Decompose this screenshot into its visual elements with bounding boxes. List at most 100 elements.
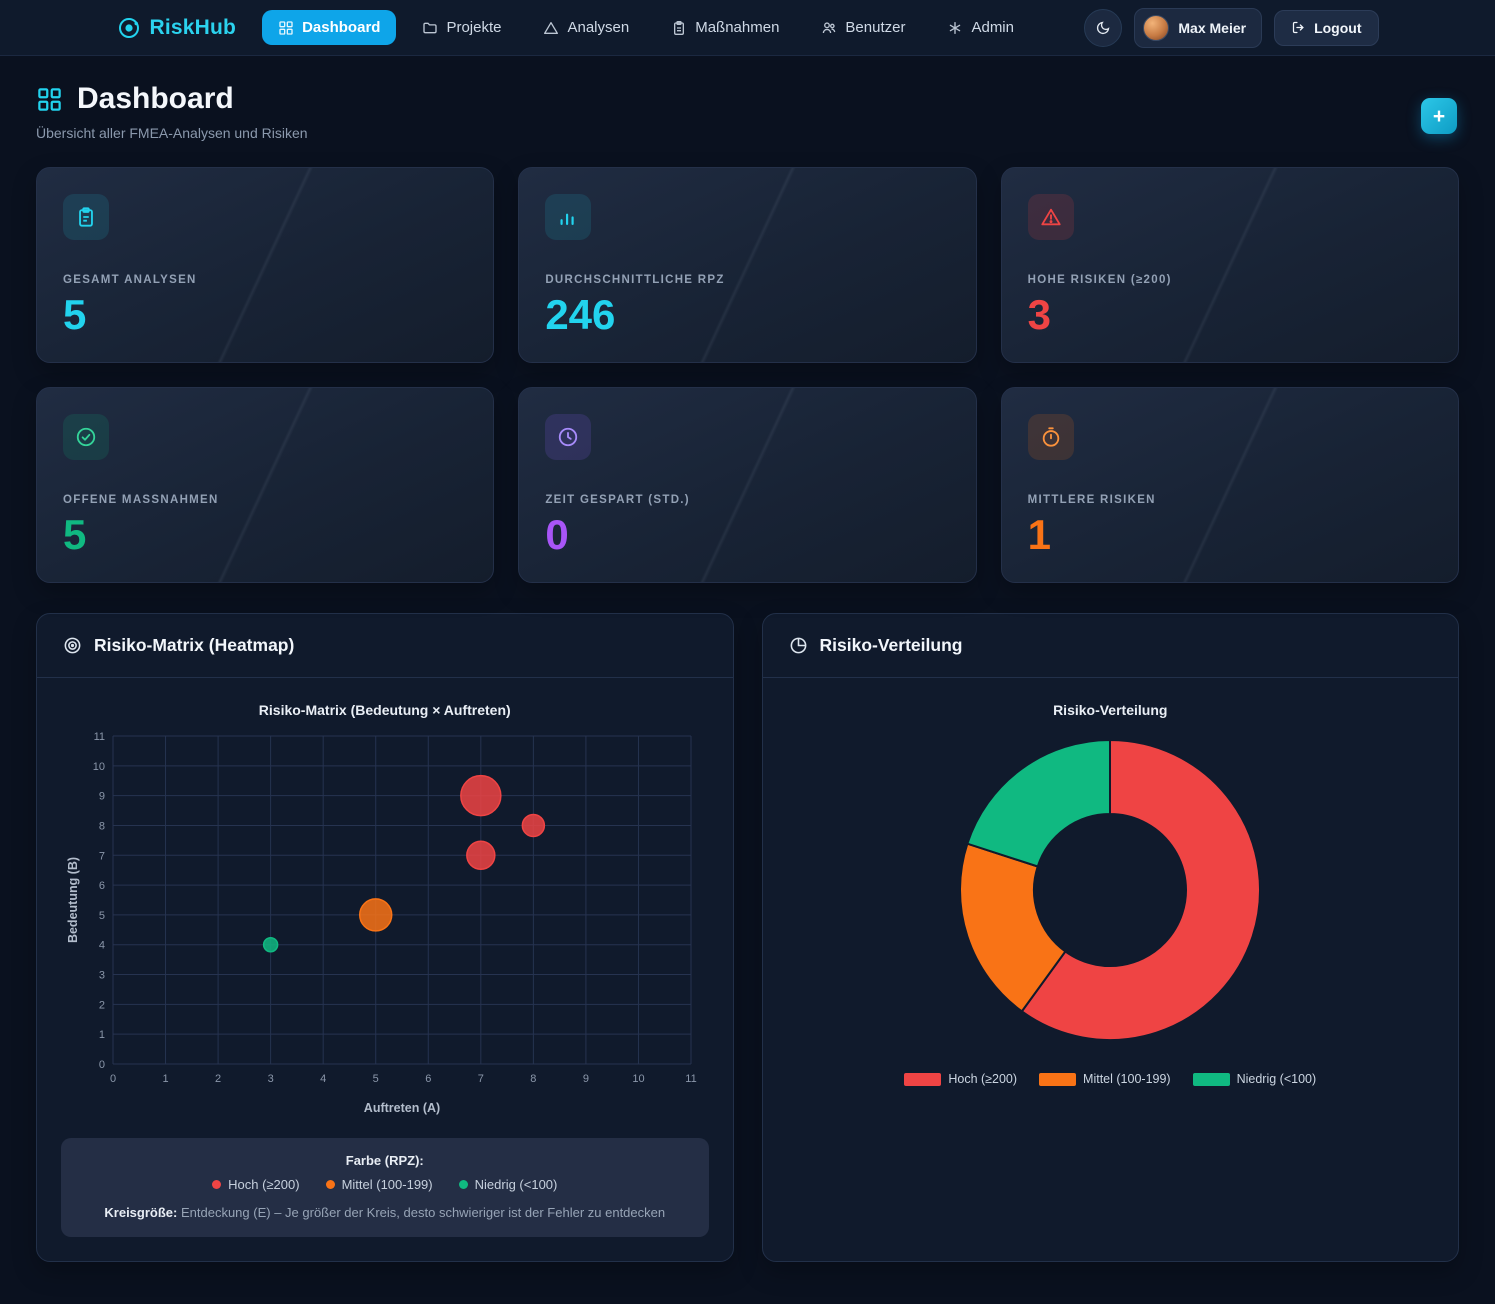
risk-distribution-panel: Risiko-Verteilung Risiko-Verteilung Hoch… bbox=[762, 613, 1460, 1262]
legend-label: Mittel (100-199) bbox=[342, 1177, 433, 1192]
legend-item-hoch: Hoch (≥200) bbox=[212, 1177, 299, 1192]
stat-value: 246 bbox=[545, 294, 949, 336]
risk-matrix-panel: Risiko-Matrix (Heatmap) Risiko-Matrix (B… bbox=[36, 613, 734, 1262]
nav-admin[interactable]: Admin bbox=[931, 10, 1030, 45]
legend-dot-mittel bbox=[326, 1180, 335, 1189]
svg-text:2: 2 bbox=[215, 1073, 221, 1085]
stat-value: 0 bbox=[545, 514, 949, 556]
stat-label: DURCHSCHNITTLICHE RPZ bbox=[545, 274, 949, 286]
svg-text:7: 7 bbox=[99, 850, 105, 862]
logout-icon bbox=[1291, 20, 1306, 35]
risk-distribution-chart[interactable] bbox=[954, 734, 1266, 1046]
legend-note-text: Entdeckung (E) – Je größer der Kreis, de… bbox=[181, 1205, 665, 1220]
legend-dot-niedrig bbox=[459, 1180, 468, 1189]
chart-panels: Risiko-Matrix (Heatmap) Risiko-Matrix (B… bbox=[36, 613, 1459, 1262]
page-header: Dashboard Übersicht aller FMEA-Analysen … bbox=[36, 82, 1459, 141]
stat-card-gesamt-analysen: GESAMT ANALYSEN 5 bbox=[36, 167, 494, 363]
user-name: Max Meier bbox=[1178, 20, 1246, 36]
svg-text:3: 3 bbox=[99, 970, 105, 982]
legend-item-mittel: Mittel (100-199) bbox=[326, 1177, 433, 1192]
navbar: RiskHub Dashboard Projekte Analysen Maßn… bbox=[0, 0, 1495, 56]
svg-text:0: 0 bbox=[99, 1059, 105, 1071]
stat-label: GESAMT ANALYSEN bbox=[63, 274, 467, 286]
svg-text:1: 1 bbox=[99, 1029, 105, 1041]
stat-label: OFFENE MASSNAHMEN bbox=[63, 494, 467, 506]
nav-analysen[interactable]: Analysen bbox=[527, 10, 645, 45]
users-icon bbox=[821, 20, 837, 36]
clipboard-icon bbox=[63, 194, 109, 240]
legend-item-niedrig: Niedrig (<100) bbox=[459, 1177, 558, 1192]
svg-text:4: 4 bbox=[99, 940, 105, 952]
svg-text:10: 10 bbox=[632, 1073, 644, 1085]
svg-text:Bedeutung (B): Bedeutung (B) bbox=[66, 857, 80, 943]
svg-text:8: 8 bbox=[99, 820, 105, 832]
svg-text:2: 2 bbox=[99, 999, 105, 1011]
legend-dot-hoch bbox=[212, 1180, 221, 1189]
stat-label: HOHE RISIKEN (≥200) bbox=[1028, 274, 1432, 286]
nav-benutzer[interactable]: Benutzer bbox=[805, 10, 921, 45]
matrix-legend: Farbe (RPZ): Hoch (≥200) Mittel (100-199… bbox=[61, 1138, 709, 1237]
legend-label: Niedrig (<100) bbox=[475, 1177, 558, 1192]
clock-icon bbox=[545, 414, 591, 460]
legend-note-label: Kreisgröße: bbox=[104, 1205, 177, 1220]
stat-label: MITTLERE RISIKEN bbox=[1028, 494, 1432, 506]
nav-label: Projekte bbox=[446, 19, 501, 36]
svg-text:6: 6 bbox=[425, 1073, 431, 1085]
folder-icon bbox=[422, 20, 438, 36]
dashboard-page: Dashboard Übersicht aller FMEA-Analysen … bbox=[0, 56, 1495, 1304]
nav-label: Benutzer bbox=[845, 19, 905, 36]
asterisk-icon bbox=[947, 20, 963, 36]
svg-text:9: 9 bbox=[99, 791, 105, 803]
panel-title: Risiko-Verteilung bbox=[820, 635, 963, 656]
risk-matrix-chart[interactable]: 0123456789101101234567891011Auftreten (A… bbox=[61, 722, 709, 1124]
avatar bbox=[1143, 15, 1169, 41]
stat-card-mittlere-risiken: MITTLERE RISIKEN 1 bbox=[1001, 387, 1459, 583]
donut-chart-title: Risiko-Verteilung bbox=[1053, 702, 1167, 718]
svg-text:Auftreten (A): Auftreten (A) bbox=[364, 1101, 440, 1115]
scatter-chart-title: Risiko-Matrix (Bedeutung × Auftreten) bbox=[61, 702, 709, 718]
stats-grid: GESAMT ANALYSEN 5 DURCHSCHNITTLICHE RPZ … bbox=[36, 167, 1459, 583]
alert-triangle-icon bbox=[1028, 194, 1074, 240]
svg-text:7: 7 bbox=[478, 1073, 484, 1085]
legend-heading: Farbe (RPZ): bbox=[77, 1153, 693, 1168]
nav-massnahmen[interactable]: Maßnahmen bbox=[655, 10, 795, 45]
alert-triangle-icon bbox=[543, 20, 559, 36]
clipboard-icon bbox=[671, 20, 687, 36]
svg-text:9: 9 bbox=[583, 1073, 589, 1085]
donut-legend-item[interactable]: Hoch (≥200) bbox=[904, 1072, 1017, 1086]
nav-label: Admin bbox=[971, 19, 1014, 36]
svg-text:5: 5 bbox=[99, 910, 105, 922]
svg-text:4: 4 bbox=[320, 1073, 326, 1085]
add-button[interactable]: + bbox=[1421, 98, 1457, 134]
legend-label: Hoch (≥200) bbox=[228, 1177, 299, 1192]
donut-legend-item[interactable]: Mittel (100-199) bbox=[1039, 1072, 1171, 1086]
svg-text:11: 11 bbox=[93, 731, 104, 743]
stat-card-hohe-risiken: HOHE RISIKEN (≥200) 3 bbox=[1001, 167, 1459, 363]
nav-label: Maßnahmen bbox=[695, 19, 779, 36]
donut-legend-item[interactable]: Niedrig (<100) bbox=[1193, 1072, 1317, 1086]
stat-card-offene-massnahmen: OFFENE MASSNAHMEN 5 bbox=[36, 387, 494, 583]
bar-chart-icon bbox=[545, 194, 591, 240]
legend-note: Kreisgröße: Entdeckung (E) – Je größer d… bbox=[77, 1205, 693, 1220]
brand[interactable]: RiskHub bbox=[117, 16, 237, 40]
svg-text:6: 6 bbox=[99, 880, 105, 892]
logout-label: Logout bbox=[1314, 20, 1361, 36]
svg-text:8: 8 bbox=[530, 1073, 536, 1085]
theme-toggle-button[interactable] bbox=[1084, 9, 1122, 47]
stat-value: 5 bbox=[63, 294, 467, 336]
logout-button[interactable]: Logout bbox=[1274, 10, 1378, 46]
svg-text:0: 0 bbox=[110, 1073, 116, 1085]
nav-projekte[interactable]: Projekte bbox=[406, 10, 517, 45]
target-icon bbox=[63, 636, 82, 655]
page-subtitle: Übersicht aller FMEA-Analysen und Risike… bbox=[36, 125, 1459, 141]
brand-name: RiskHub bbox=[150, 16, 237, 40]
stat-card-durchschnittliche-rpz: DURCHSCHNITTLICHE RPZ 246 bbox=[518, 167, 976, 363]
page-title: Dashboard bbox=[77, 82, 234, 116]
panel-title: Risiko-Matrix (Heatmap) bbox=[94, 635, 294, 656]
nav-dashboard[interactable]: Dashboard bbox=[262, 10, 396, 45]
stat-label: ZEIT GESPART (STD.) bbox=[545, 494, 949, 506]
check-circle-icon bbox=[63, 414, 109, 460]
user-menu[interactable]: Max Meier bbox=[1134, 8, 1262, 48]
svg-text:3: 3 bbox=[267, 1073, 273, 1085]
nav-label: Dashboard bbox=[302, 19, 380, 36]
